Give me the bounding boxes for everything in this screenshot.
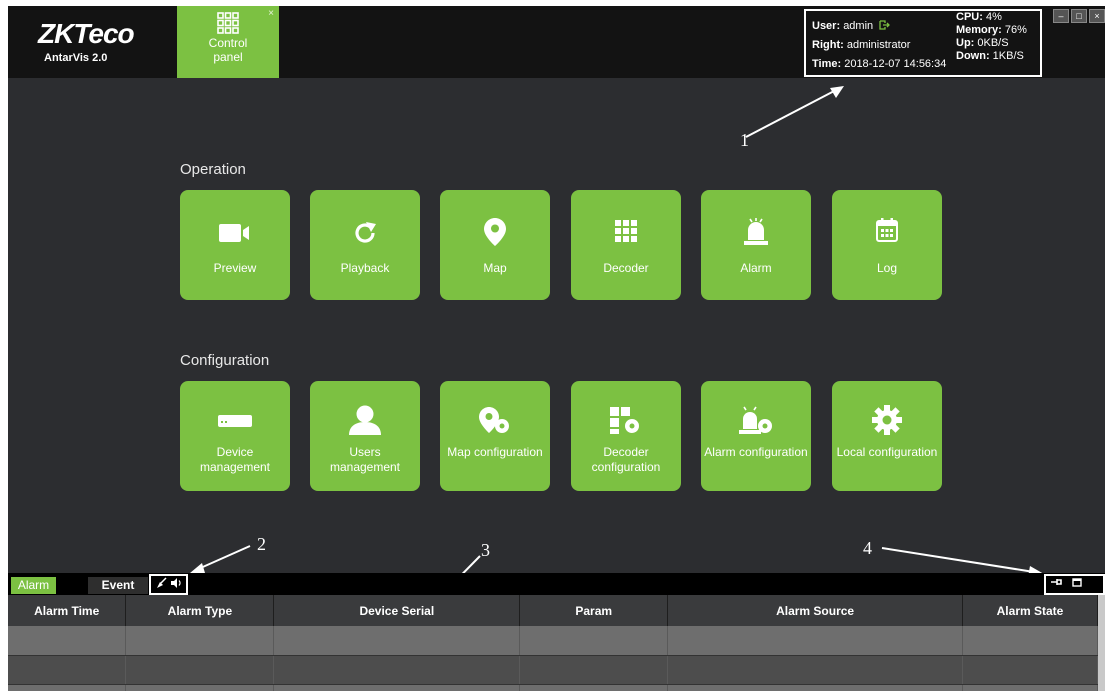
annotation-arrow-2 [190, 545, 251, 573]
col-alarm-type[interactable]: Alarm Type [125, 595, 275, 626]
grid-icon [615, 220, 637, 242]
video-camera-icon [219, 224, 249, 242]
minimize-button[interactable]: – [1053, 9, 1069, 23]
decoder-configuration-label: Decoder configuration [591, 445, 661, 474]
map-gear-icon [479, 407, 509, 433]
speaker-icon[interactable] [170, 577, 182, 589]
table-row[interactable] [8, 684, 1098, 691]
brand-name: ZKTeco [38, 18, 135, 49]
cpu-label: CPU: [956, 11, 983, 23]
annotation-label-1: 1 [740, 130, 749, 150]
tab-control-panel[interactable]: Control panel × [177, 6, 279, 78]
app-window: ZKTeco AntarVis 2.0 Control panel × User… [8, 6, 1105, 691]
col-alarm-time[interactable]: Alarm Time [8, 595, 127, 626]
table-row[interactable] [8, 655, 1098, 685]
annotation-arrow-1 [745, 86, 844, 138]
alarm-button[interactable]: Alarm [701, 190, 811, 300]
user-icon [349, 405, 381, 435]
alarm-panel: Alarm Event Alarm Time Alarm Type Device… [8, 573, 1105, 691]
time-value: 2018-12-07 14:56:34 [844, 58, 947, 70]
device-box-icon [218, 415, 252, 427]
window-controls: – □ × [1051, 6, 1105, 24]
grid-icon [217, 12, 239, 34]
decoder-configuration-button[interactable]: Decoder configuration [571, 381, 681, 491]
log-label: Log [876, 261, 898, 275]
calendar-icon [876, 218, 898, 242]
table-row[interactable] [8, 626, 1098, 656]
pane-controls [1044, 574, 1105, 603]
map-configuration-button[interactable]: Map configuration [440, 381, 550, 491]
device-management-button[interactable]: Device management [180, 381, 290, 491]
gear-icon [872, 405, 902, 435]
down-value: 1KB/S [992, 50, 1024, 62]
decoder-label: Decoder [603, 261, 649, 275]
up-label: Up: [956, 37, 975, 49]
local-configuration-label: Local configuration [836, 445, 938, 459]
tab-alarm[interactable]: Alarm [11, 577, 56, 594]
siren-icon [744, 218, 768, 245]
table-scrollbar[interactable] [1098, 595, 1105, 691]
log-button[interactable]: Log [832, 190, 942, 300]
preview-button[interactable]: Preview [180, 190, 290, 300]
playback-label: Playback [340, 261, 390, 275]
top-bar: ZKTeco AntarVis 2.0 Control panel × User… [8, 6, 1105, 78]
close-tab-icon[interactable]: × [268, 8, 274, 19]
right-label: Right: [812, 39, 844, 51]
map-pin-icon [484, 218, 506, 246]
siren-gear-icon [739, 406, 772, 434]
annotation-label-2: 2 [257, 534, 266, 554]
alarm-label: Alarm [740, 261, 772, 275]
map-button[interactable]: Map [440, 190, 550, 300]
preview-label: Preview [213, 261, 257, 275]
map-label: Map [483, 261, 507, 275]
users-management-label: Users management [329, 445, 401, 474]
cpu-value: 4% [985, 11, 1002, 23]
memory-value: 76% [1004, 24, 1027, 36]
time-label: Time: [812, 58, 842, 70]
annotation-label-4: 4 [863, 538, 872, 558]
col-alarm-source[interactable]: Alarm Source [667, 595, 963, 626]
grid-gear-icon [610, 407, 639, 434]
right-value: administrator [846, 39, 911, 51]
pin-icon[interactable] [1048, 576, 1064, 593]
section-title-configuration: Configuration [180, 352, 270, 369]
users-management-button[interactable]: Users management [310, 381, 420, 491]
down-label: Down: [956, 50, 990, 62]
alarm-configuration-button[interactable]: Alarm configuration [701, 381, 811, 491]
section-title-operation: Operation [180, 161, 246, 178]
alarm-toolbar [149, 574, 188, 595]
map-configuration-label: Map configuration [447, 445, 543, 459]
refresh-icon [355, 222, 376, 243]
user-value: admin [843, 20, 874, 32]
alarm-configuration-label: Alarm configuration [704, 445, 808, 459]
logo: ZKTeco AntarVis 2.0 [38, 18, 148, 68]
clear-brush-icon[interactable] [155, 577, 167, 589]
tab-label: Control panel [208, 36, 248, 64]
restore-icon[interactable] [1069, 576, 1085, 593]
product-name: AntarVis 2.0 [44, 52, 108, 64]
tab-event[interactable]: Event [88, 577, 148, 594]
maximize-button[interactable]: □ [1071, 9, 1087, 23]
alarm-table: Alarm Time Alarm Type Device Serial Para… [8, 595, 1098, 691]
col-param[interactable]: Param [519, 595, 669, 626]
playback-button[interactable]: Playback [310, 190, 420, 300]
user-label: User: [812, 20, 841, 32]
close-window-button[interactable]: × [1089, 9, 1105, 23]
up-value: 0KB/S [977, 37, 1009, 49]
logout-icon[interactable] [879, 20, 891, 30]
decoder-button[interactable]: Decoder [571, 190, 681, 300]
status-panel: User: admin Right: administrator Time: 2… [804, 9, 1042, 77]
local-configuration-button[interactable]: Local configuration [832, 381, 942, 491]
col-device-serial[interactable]: Device Serial [273, 595, 521, 626]
table-header-row: Alarm Time Alarm Type Device Serial Para… [8, 595, 1098, 626]
memory-label: Memory: [956, 24, 1002, 36]
device-management-label: Device management [199, 445, 271, 474]
col-alarm-state[interactable]: Alarm State [962, 595, 1098, 626]
